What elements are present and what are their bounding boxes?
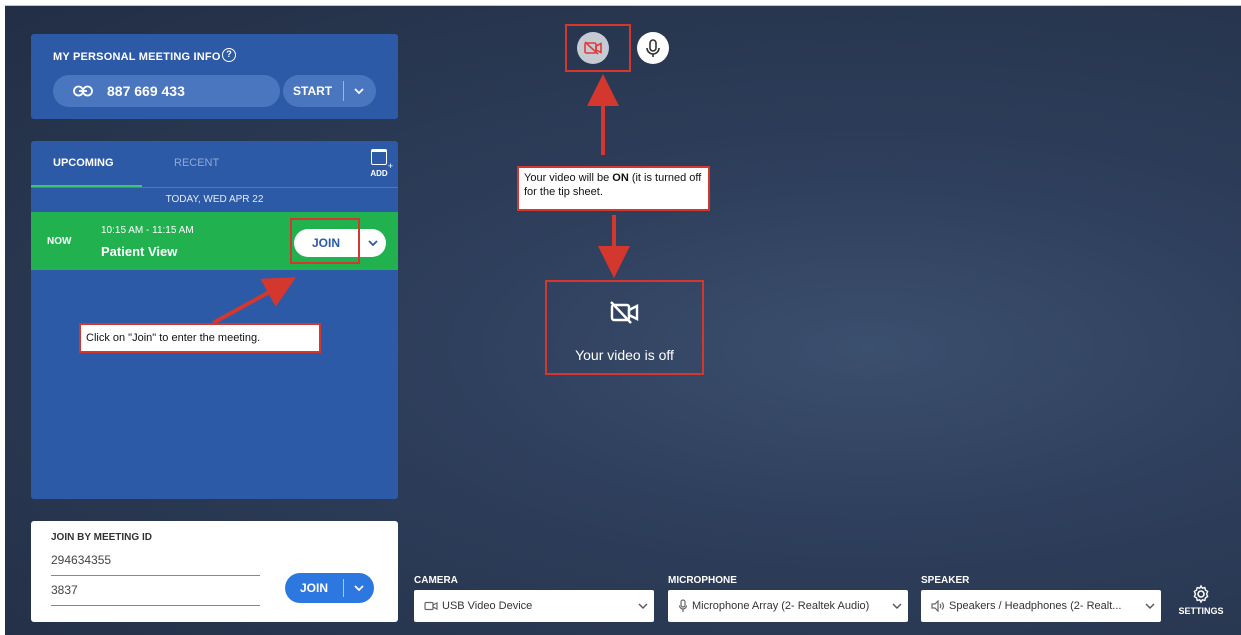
- video-off-text: Your video is off: [575, 347, 674, 363]
- speaker-icon: [931, 600, 945, 612]
- microphone-value: Microphone Array (2- Realtek Audio): [692, 600, 870, 612]
- join-note-callout: Click on "Join" to enter the meeting.: [79, 323, 321, 353]
- microphone-label: MICROPHONE: [668, 575, 737, 586]
- microphone-select[interactable]: Microphone Array (2- Realtek Audio): [668, 590, 908, 622]
- video-note-bold: ON: [612, 172, 629, 184]
- speaker-select[interactable]: Speakers / Headphones (2- Realt...: [921, 590, 1161, 622]
- video-note-callout: Your video will be ON (it is turned off …: [517, 166, 710, 211]
- speaker-label: SPEAKER: [921, 575, 970, 586]
- camera-value: USB Video Device: [442, 600, 533, 612]
- settings-button[interactable]: SETTINGS: [1172, 584, 1230, 616]
- gear-icon: [1172, 584, 1230, 604]
- settings-label: SETTINGS: [1178, 606, 1224, 616]
- microphone-icon: [678, 599, 688, 613]
- arrow-to-join: [212, 277, 297, 325]
- camera-select[interactable]: USB Video Device: [414, 590, 654, 622]
- camera-icon: [424, 601, 438, 611]
- camera-off-icon: [609, 299, 641, 327]
- chevron-down-icon: [886, 603, 908, 609]
- chevron-down-icon: [632, 603, 654, 609]
- camera-label: CAMERA: [414, 575, 458, 586]
- video-note-before: Your video will be: [524, 172, 613, 184]
- speaker-value: Speakers / Headphones (2- Realt...: [949, 600, 1122, 612]
- chevron-down-icon: [1139, 603, 1161, 609]
- video-off-indicator: Your video is off: [545, 280, 704, 375]
